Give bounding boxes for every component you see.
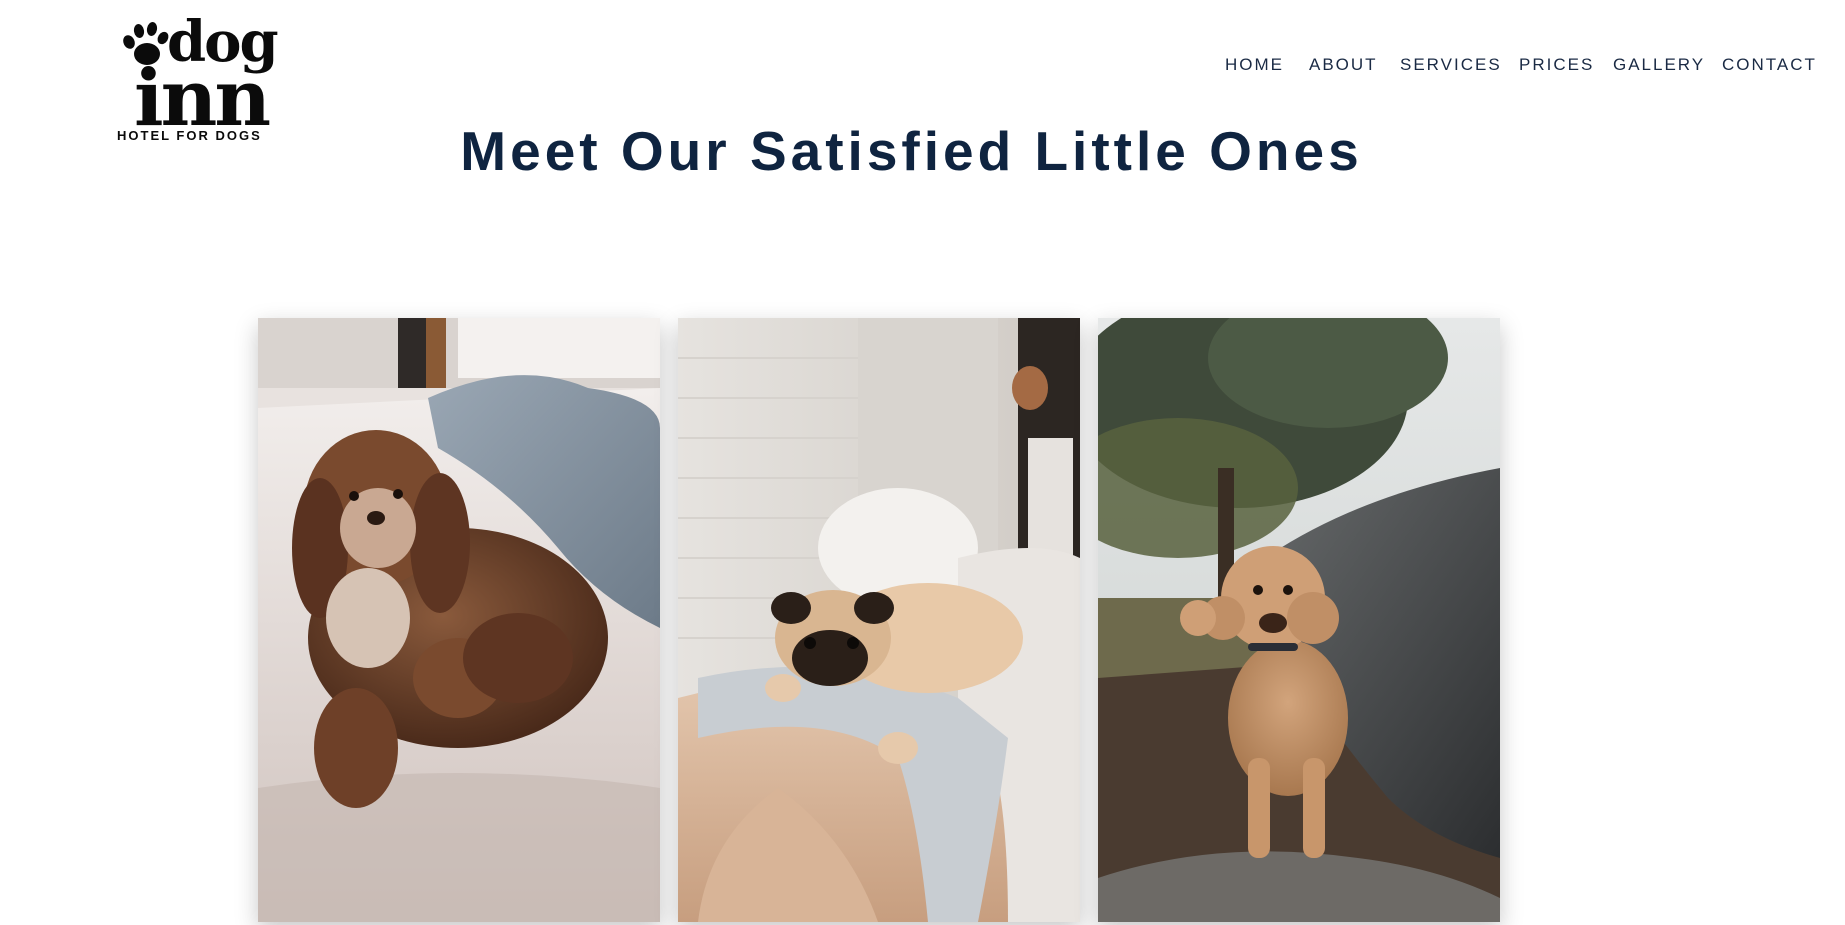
nav-link-services[interactable]: SERVICES <box>1400 55 1502 75</box>
nav-link-prices[interactable]: PRICES <box>1519 55 1594 75</box>
pug-on-sofa-photo-icon <box>678 318 1080 922</box>
nav-link-contact[interactable]: CONTACT <box>1722 55 1817 75</box>
page-title: Meet Our Satisfied Little Ones <box>460 120 1363 182</box>
gallery-photo-pug[interactable] <box>678 318 1080 922</box>
nav-link-gallery[interactable]: GALLERY <box>1613 55 1705 75</box>
gallery-photo-doodle[interactable] <box>258 318 660 922</box>
gallery-photo-poodle[interactable] <box>1098 318 1500 922</box>
dog-photo-gallery <box>258 318 1500 922</box>
poodle-by-rock-wall-photo-icon <box>1098 318 1500 922</box>
nav-link-about[interactable]: ABOUT <box>1309 55 1378 75</box>
brown-doodle-on-bed-photo-icon <box>258 318 660 922</box>
nav-link-home[interactable]: HOME <box>1225 55 1284 75</box>
main-navigation: HOME ABOUT SERVICES PRICES GALLERY CONTA… <box>1225 55 1845 79</box>
